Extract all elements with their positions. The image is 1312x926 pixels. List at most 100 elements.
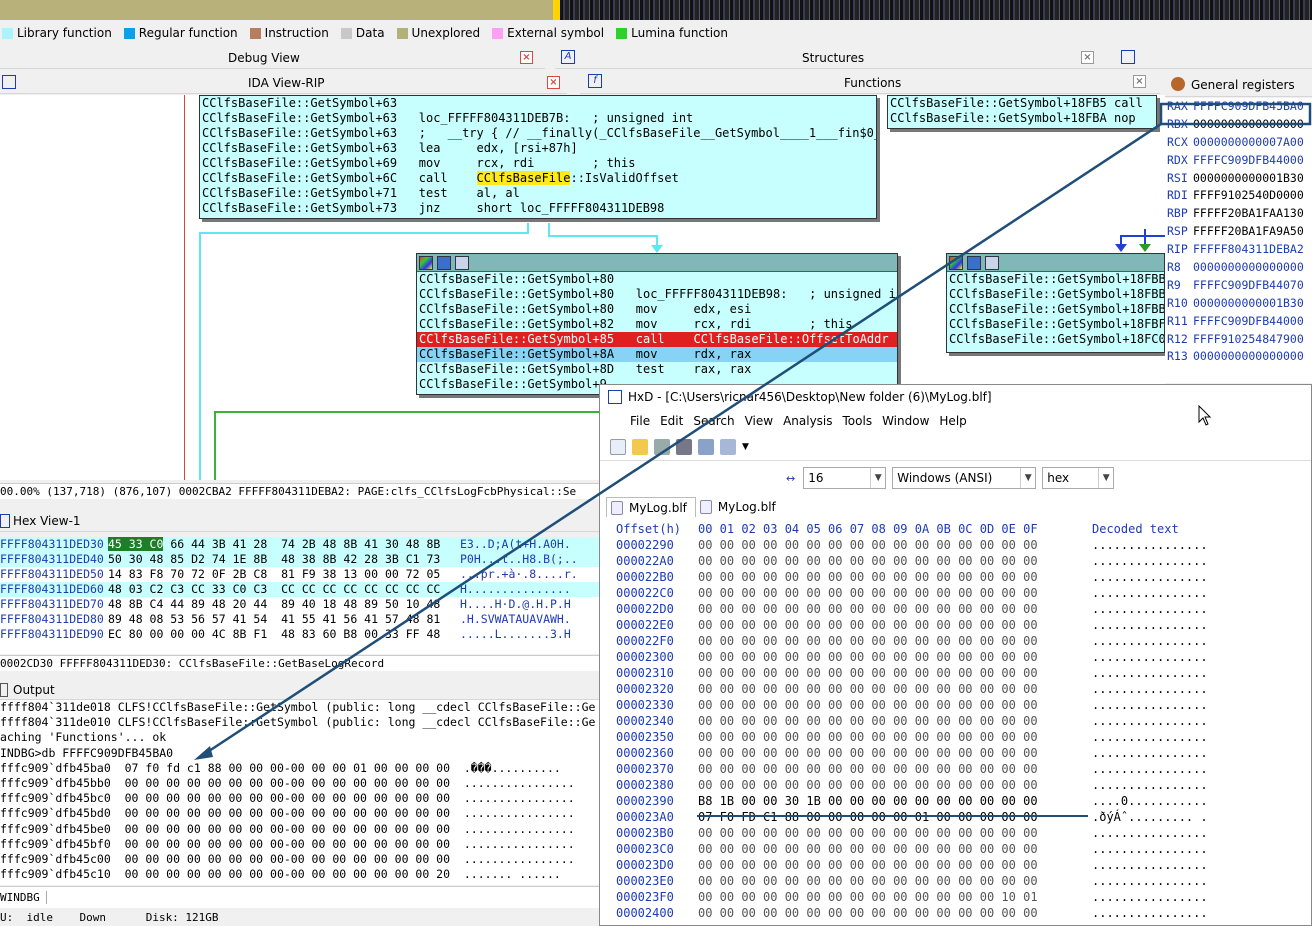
asm-line[interactable]: CClfsBaseFile::GetSymbol+18FBB xyxy=(947,287,1164,302)
register-value[interactable]: FFFFC909DFB44000 xyxy=(1193,153,1304,167)
hxd-row[interactable]: 000023A0 07 F0 FD C1 88 00 00 00 00 00 01… xyxy=(600,809,1311,825)
hxd-row[interactable]: 00002350 00 00 00 00 00 00 00 00 00 00 00… xyxy=(600,729,1311,745)
tab-mylog-2[interactable]: MyLog.blf xyxy=(696,497,784,517)
asm-line[interactable]: CClfsBaseFile::GetSymbol+80 mov edx, esi xyxy=(417,302,897,317)
windbg-label[interactable]: WINDBG xyxy=(0,891,47,904)
hxd-bytes[interactable]: 00 00 00 00 00 00 00 00 00 00 00 00 00 0… xyxy=(698,569,1088,585)
current-instruction-line[interactable]: CClfsBaseFile::GetSymbol+85 call CClfsBa… xyxy=(417,332,897,347)
asm-line[interactable]: CClfsBaseFile::GetSymbol+82 mov rcx, rdi… xyxy=(417,317,897,332)
output-console[interactable]: ffff804`311de018 CLFS!CClfsBaseFile::Get… xyxy=(0,700,600,885)
hxd-row[interactable]: 000022C0 00 00 00 00 00 00 00 00 00 00 00… xyxy=(600,585,1311,601)
hxd-bytes[interactable]: 00 00 00 00 00 00 00 00 00 00 00 00 00 0… xyxy=(698,841,1088,857)
hxd-bytes[interactable]: 00 00 00 00 00 00 00 00 00 00 00 00 00 0… xyxy=(698,761,1088,777)
asm-line[interactable]: CClfsBaseFile::GetSymbol+73 jnz short lo… xyxy=(200,201,876,216)
asm-line[interactable]: CClfsBaseFile::GetSymbol+6C call CClfsBa… xyxy=(200,171,876,186)
hxd-bytes[interactable]: 00 00 00 00 00 00 00 00 00 00 00 00 00 0… xyxy=(698,697,1088,713)
disk-icon[interactable] xyxy=(698,438,714,455)
hxd-row[interactable]: 00002360 00 00 00 00 00 00 00 00 00 00 00… xyxy=(600,745,1311,761)
graph-block-call[interactable]: CClfsBaseFile::GetSymbol+18FB5 call CClfs… xyxy=(887,95,1157,129)
menu-tools[interactable]: Tools xyxy=(843,414,873,428)
hxd-bytes[interactable]: 00 00 00 00 00 00 00 00 00 00 00 00 00 0… xyxy=(698,649,1088,665)
hxd-bytes[interactable]: 00 00 00 00 00 00 00 00 00 00 00 00 00 0… xyxy=(698,729,1088,745)
register-row[interactable]: RAX FFFFC909DFB45BA0 xyxy=(1165,98,1312,116)
asm-line[interactable]: CClfsBaseFile::GetSymbol+63 loc_FFFFF804… xyxy=(200,111,876,126)
register-row[interactable]: R13 0000000000000000 xyxy=(1165,348,1312,366)
menu-edit[interactable]: Edit xyxy=(660,414,683,428)
menu-file[interactable]: File xyxy=(630,414,650,428)
hxd-row[interactable]: 00002390 B8 1B 00 00 30 1B 00 00 00 00 00… xyxy=(600,793,1311,809)
register-row[interactable]: RDX FFFFC909DFB44000 xyxy=(1165,152,1312,170)
register-row[interactable]: RIP FFFFF804311DEBA2 xyxy=(1165,241,1312,259)
hxd-row[interactable]: 000023C0 00 00 00 00 00 00 00 00 00 00 00… xyxy=(600,841,1311,857)
asm-line[interactable]: CClfsBaseFile::GetSymbol+71 test al, al xyxy=(200,186,876,201)
register-row[interactable]: R10 0000000000001B30 xyxy=(1165,295,1312,313)
general-registers[interactable]: RAX FFFFC909DFB45BA0 RBX 0000000000000000 RC… xyxy=(1165,98,1312,383)
menu-analysis[interactable]: Analysis xyxy=(783,414,832,428)
asm-line[interactable]: CClfsBaseFile::GetSymbol+8D test rax, ra… xyxy=(417,362,897,377)
hxd-row[interactable]: 00002290 00 00 00 00 00 00 00 00 00 00 00… xyxy=(600,537,1311,553)
asm-line[interactable]: CClfsBaseFile::GetSymbol+63 lea edx, [rs… xyxy=(200,141,876,156)
hxd-row[interactable]: 00002380 00 00 00 00 00 00 00 00 00 00 00… xyxy=(600,777,1311,793)
save-all-icon[interactable] xyxy=(676,438,692,455)
asm-line[interactable]: CClfsBaseFile::GetSymbol+8A mov rdx, rax xyxy=(417,347,897,362)
asm-line[interactable]: CClfsBaseFile::GetSymbol+18FBF xyxy=(947,317,1164,332)
register-row[interactable]: RSI 0000000000001B30 xyxy=(1165,170,1312,188)
registers-view-tab[interactable] xyxy=(1112,47,1312,69)
register-row[interactable]: RBP FFFFF20BA1FAA130 xyxy=(1165,205,1312,223)
charset-select[interactable]: Windows (ANSI) ▼ xyxy=(892,467,1037,489)
hxd-window[interactable]: HxD - [C:\Users\ricnar456\Desktop\New fo… xyxy=(599,384,1312,926)
hxd-bytes[interactable]: 00 00 00 00 00 00 00 00 00 00 00 00 00 0… xyxy=(698,537,1088,553)
asm-line[interactable]: CClfsBaseFile::GetSymbol+18FBB xyxy=(947,302,1164,317)
output-titlebar[interactable]: Output xyxy=(0,680,600,700)
hex-row[interactable]: FFFF804311DED40 50 30 48 85 D2 74 1E 8B 4… xyxy=(0,552,600,567)
register-value[interactable]: FFFFC909DFB44000 xyxy=(1193,314,1304,328)
hxd-row[interactable]: 000023E0 00 00 00 00 00 00 00 00 00 00 00… xyxy=(600,873,1311,889)
hxd-bytes[interactable]: 00 00 00 00 00 00 00 00 00 00 00 00 00 0… xyxy=(698,617,1088,633)
hxd-bytes[interactable]: 00 00 00 00 00 00 00 00 00 00 00 00 00 0… xyxy=(698,633,1088,649)
hxd-row[interactable]: 00002330 00 00 00 00 00 00 00 00 00 00 00… xyxy=(600,697,1311,713)
navigation-band[interactable] xyxy=(0,0,1312,20)
functions-titlebar[interactable]: f Functions × xyxy=(580,71,1160,94)
hxd-bytes[interactable]: 00 00 00 00 00 00 00 00 00 00 00 00 00 0… xyxy=(698,905,1088,921)
register-value[interactable]: FFFFF20BA1FAA130 xyxy=(1193,206,1304,220)
edit-icon[interactable] xyxy=(437,255,451,270)
hxd-bytes[interactable]: 00 00 00 00 00 00 00 00 00 00 00 00 00 0… xyxy=(698,889,1088,905)
menu-help[interactable]: Help xyxy=(939,414,966,428)
tab-mylog-1[interactable]: MyLog.blf xyxy=(606,497,696,517)
register-row[interactable]: R9 FFFFC909DFB44070 xyxy=(1165,277,1312,295)
hxd-bytes[interactable]: 07 F0 FD C1 88 00 00 00 00 00 01 00 00 0… xyxy=(698,809,1088,825)
register-value[interactable]: 0000000000000000 xyxy=(1193,117,1304,131)
hxd-row[interactable]: 00002370 00 00 00 00 00 00 00 00 00 00 00… xyxy=(600,761,1311,777)
hxd-row[interactable]: 00002400 00 00 00 00 00 00 00 00 00 00 00… xyxy=(600,905,1311,921)
hxd-bytes[interactable]: 00 00 00 00 00 00 00 00 00 00 00 00 00 0… xyxy=(698,777,1088,793)
register-value[interactable]: FFFFF804311DEBA2 xyxy=(1193,242,1304,256)
hxd-row[interactable]: 000022D0 00 00 00 00 00 00 00 00 00 00 00… xyxy=(600,601,1311,617)
menu-search[interactable]: Search xyxy=(693,414,734,428)
register-value[interactable]: FFFF9102540D0000 xyxy=(1193,188,1304,202)
hxd-bytes[interactable]: 00 00 00 00 00 00 00 00 00 00 00 00 00 0… xyxy=(698,857,1088,873)
hxd-toolbar[interactable]: ▼ xyxy=(600,433,1311,461)
hxd-hex-grid[interactable]: Offset(h) 00 01 02 03 04 05 06 07 08 09 … xyxy=(600,517,1311,921)
hxd-row[interactable]: 00002320 00 00 00 00 00 00 00 00 00 00 00… xyxy=(600,681,1311,697)
register-row[interactable]: R11 FFFFC909DFB44000 xyxy=(1165,313,1312,331)
register-row[interactable]: RCX 0000000000007A00 xyxy=(1165,134,1312,152)
hex-row[interactable]: FFFF804311DED90 EC 80 00 00 00 4C 8B F1 4… xyxy=(0,627,600,642)
hxd-bytes[interactable]: 00 00 00 00 00 00 00 00 00 00 00 00 00 0… xyxy=(698,873,1088,889)
register-row[interactable]: RSP FFFFF20BA1FA9A50 xyxy=(1165,223,1312,241)
hxd-bytes[interactable]: 00 00 00 00 00 00 00 00 00 00 00 00 00 0… xyxy=(698,665,1088,681)
hxd-bytes[interactable]: 00 00 00 00 00 00 00 00 00 00 00 00 00 0… xyxy=(698,713,1088,729)
hex-view-titlebar[interactable]: Hex View-1 xyxy=(0,510,600,532)
close-icon[interactable]: × xyxy=(547,76,560,89)
asm-line[interactable]: CClfsBaseFile::GetSymbol+63 ; __try { //… xyxy=(200,126,876,141)
highlighted-symbol[interactable]: CClfsBaseFile xyxy=(476,171,571,185)
asm-line[interactable]: CClfsBaseFile::GetSymbol+18FB5 call xyxy=(888,96,1156,111)
hxd-row[interactable]: 00002300 00 00 00 00 00 00 00 00 00 00 00… xyxy=(600,649,1311,665)
asm-line[interactable]: CClfsBaseFile::GetSymbol+18FBB xyxy=(947,272,1164,287)
register-row[interactable]: R12 FFFF910254847900 xyxy=(1165,331,1312,349)
asm-line[interactable]: CClfsBaseFile::GetSymbol+18FBA nop xyxy=(888,111,1156,126)
hxd-row[interactable]: 000022E0 00 00 00 00 00 00 00 00 00 00 00… xyxy=(600,617,1311,633)
group-icon[interactable] xyxy=(985,255,999,270)
asm-line[interactable]: CClfsBaseFile::GetSymbol+63 xyxy=(200,96,876,111)
hxd-bytes[interactable]: 00 00 00 00 00 00 00 00 00 00 00 00 00 0… xyxy=(698,825,1088,841)
hxd-row[interactable]: 00002310 00 00 00 00 00 00 00 00 00 00 00… xyxy=(600,665,1311,681)
